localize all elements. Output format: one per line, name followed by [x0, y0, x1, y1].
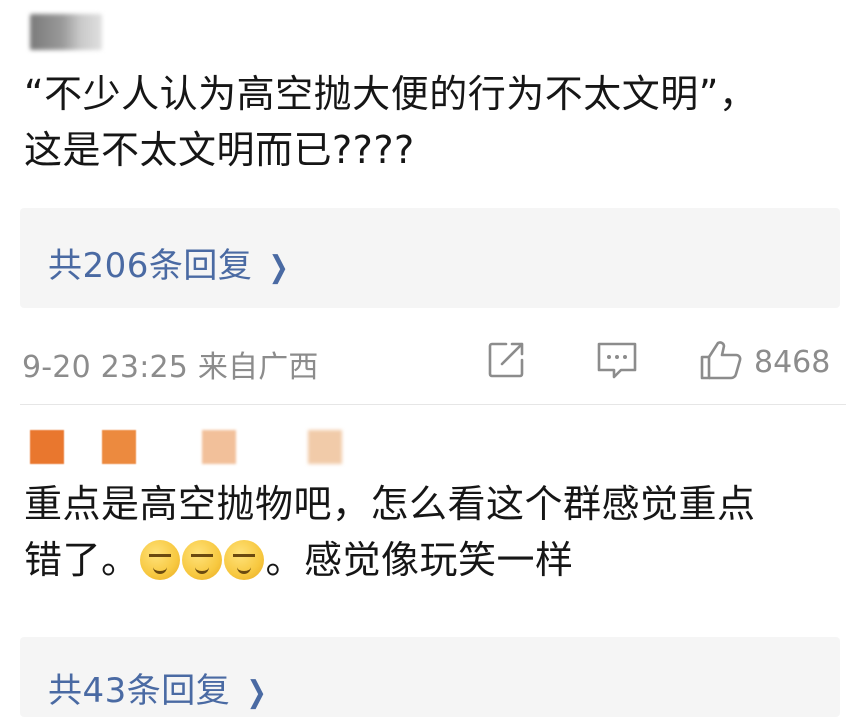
smirk-emoji-icon — [223, 540, 264, 580]
view-replies-link[interactable]: 共43条回复 ❯ — [48, 663, 270, 712]
blurred-username — [30, 14, 102, 50]
blurred-username — [30, 430, 360, 472]
smirk-emoji-icon — [139, 540, 180, 580]
replies-preview[interactable]: 共206条回复 ❯ — [20, 208, 840, 308]
blurred-avatar-tile — [202, 430, 236, 464]
comment-button[interactable] — [594, 338, 640, 386]
view-replies-link[interactable]: 共206条回复 ❯ — [48, 238, 292, 287]
thumbs-up-icon — [698, 338, 744, 386]
blurred-avatar-tile — [30, 430, 64, 464]
smirk-emoji-icon — [181, 540, 222, 580]
comment-icon — [594, 338, 640, 386]
replies-preview[interactable]: 共43条回复 ❯ — [20, 637, 840, 717]
comment-meta-row: 9-20 23:25 来自广西 8468 — [22, 336, 842, 386]
blurred-avatar-tile — [102, 430, 136, 464]
comment-text: “不少人认为高空抛大便的行为不太文明”， 这是不太文明而已???? — [24, 72, 758, 172]
replies-count-label: 共43条回复 — [48, 671, 231, 711]
like-button[interactable]: 8468 — [698, 338, 830, 386]
comment-text: 重点是高空抛物吧，怎么看这个群感觉重点 错了。 。感觉像玩笑一样 — [24, 476, 834, 588]
share-edit-icon — [484, 338, 528, 386]
like-count: 8468 — [754, 344, 831, 380]
timestamp: 9-20 23:25 来自广西 — [22, 350, 319, 385]
chevron-right-icon: ❯ — [268, 250, 290, 285]
chevron-right-icon: ❯ — [246, 675, 268, 710]
blurred-avatar-tile — [308, 430, 342, 464]
comment-divider — [20, 404, 846, 405]
share-button[interactable] — [484, 338, 528, 386]
comment-text-part: 。感觉像玩笑一样 — [265, 538, 574, 582]
replies-count-label: 共206条回复 — [48, 246, 253, 286]
